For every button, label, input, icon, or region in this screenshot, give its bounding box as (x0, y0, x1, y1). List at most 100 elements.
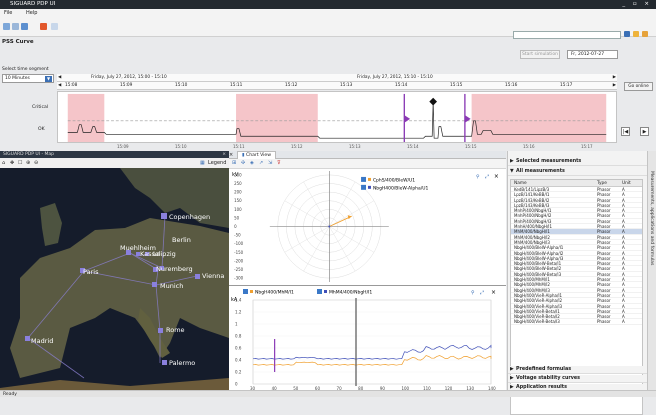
cursor-marker-2[interactable] (464, 115, 471, 123)
chevron-down-icon: ▼ (45, 76, 52, 82)
event-diamond-icon[interactable] (429, 97, 437, 106)
polar-spoke (329, 200, 375, 227)
chart-line-icon[interactable]: ↗ (259, 160, 263, 166)
chart-view-header: ▮ Chart View × (229, 151, 506, 159)
city-label-munich[interactable]: Munich (160, 282, 183, 290)
polar-spoke (303, 226, 330, 272)
zoom-in-icon[interactable]: ⊕ (26, 158, 30, 168)
line-close-icon[interactable]: × (491, 289, 496, 296)
section-all-measurements[interactable]: ▼ All measurements (508, 168, 648, 176)
record-icon[interactable] (40, 23, 47, 30)
section-selected-measurements[interactable]: ▶ Selected measurements (508, 158, 648, 166)
section-voltage-curves[interactable]: ▶ Voltage stability curves (508, 375, 648, 383)
city-label-madrid[interactable]: Madrid (31, 337, 53, 345)
polar-legend-checkbox-1[interactable] (361, 176, 367, 182)
side-tab[interactable]: Measurements, applications and formulas (647, 151, 656, 395)
next-page-button[interactable]: ▶ (640, 127, 649, 136)
chart-add-icon[interactable]: ⊞ (232, 160, 236, 166)
window-controls[interactable]: _ ▫ × (622, 0, 652, 9)
next-segment-icon[interactable]: ▶ (613, 74, 616, 82)
map-close-icon[interactable]: × (222, 151, 226, 158)
col-type-header[interactable]: Type (597, 180, 607, 187)
chart-fit-icon[interactable]: ◈ (250, 160, 254, 166)
section-predefined-formulas[interactable]: ▶ Predefined formulas (508, 366, 648, 374)
toolbar (0, 17, 656, 39)
previous-page-button[interactable]: |◀ (621, 127, 630, 136)
city-label-paris[interactable]: Paris (83, 268, 99, 276)
city-label-berlin[interactable]: Berlin (172, 236, 191, 244)
overview-tick-label: 15:12 (291, 144, 303, 149)
polar-legend-checkbox-2[interactable] (361, 184, 367, 190)
side-tab-label: Measurements, applications and formulas (649, 171, 654, 266)
home-icon[interactable]: ⌂ (2, 158, 5, 168)
polar-spoke (329, 226, 356, 272)
polar-close-icon[interactable]: × (494, 173, 499, 180)
line-y-tick: 1 (235, 322, 238, 327)
go-online-button[interactable]: Go online (624, 82, 653, 91)
chevron-right-icon: ▶ (510, 367, 514, 372)
select-icon[interactable]: ☐ (18, 158, 22, 168)
polar-y-tick: 0 (234, 224, 237, 229)
overview-labels: Critical OK (2, 91, 57, 151)
overview-chart[interactable] (57, 91, 617, 143)
legend-icon[interactable]: ▦ (200, 158, 205, 168)
status-text: Ready (3, 392, 17, 397)
line-legend-swatch-2 (324, 290, 327, 293)
chart-move-icon[interactable]: ✣ (241, 160, 245, 166)
timeline-tick-row: ◀ ▶ 15:08 15:09 15:10 15:11 15:12 15:13 15:14 1… (57, 82, 617, 90)
col-name-header[interactable]: Name (514, 180, 527, 187)
line-zoom-icon[interactable]: ⚲ (471, 290, 475, 296)
line-expand-icon[interactable]: ⤢ (480, 290, 484, 296)
col-unit-header[interactable]: Unit (622, 180, 631, 187)
city-label-rome[interactable]: Rome (166, 326, 185, 334)
chart-export-icon[interactable]: ⇲ (268, 160, 272, 166)
chart-view-close-icon[interactable]: × (229, 151, 233, 159)
menu-file[interactable]: File (4, 10, 12, 16)
chart-filter-icon[interactable]: ⊽ (277, 160, 281, 166)
settings-icon[interactable] (642, 31, 648, 37)
forward-icon[interactable] (12, 23, 19, 30)
menu-help[interactable]: Help (26, 10, 37, 16)
city-label-vienna[interactable]: Vienna (202, 272, 224, 280)
europe-map[interactable]: Copenhagen Berlin Muehlheim Leipzig Kass… (0, 168, 229, 394)
overview-tick-label: 15:14 (407, 144, 419, 149)
refresh-icon[interactable] (21, 23, 28, 30)
date-select[interactable]: Fr, 2012-07-27 (567, 50, 618, 59)
pan-icon[interactable]: ✥ (10, 158, 14, 168)
start-simulation-button[interactable]: Start simulation (520, 50, 560, 59)
polar-origin-point (328, 225, 331, 228)
polar-zoom-icon[interactable]: ⚲ (476, 174, 480, 180)
time-segment-select[interactable]: 10 Minutes ▼ (2, 74, 54, 83)
legend-button[interactable]: Legend (208, 158, 226, 168)
prev-tick-icon[interactable]: ◀ (58, 82, 61, 90)
chevron-down-icon: ▼ (510, 169, 514, 174)
table-body: KedB/141/LipzB/3 Phasor A LpzB/141/KeBB/I1 P… (511, 187, 642, 325)
tab-chart-view[interactable]: ▮ Chart View (237, 151, 276, 159)
next-tick-icon[interactable]: ▶ (613, 82, 616, 90)
line-legend-checkbox-1[interactable] (243, 289, 248, 294)
polar-expand-icon[interactable]: ⤢ (485, 174, 489, 180)
help-icon[interactable] (633, 31, 639, 37)
line-legend-checkbox-2[interactable] (317, 289, 322, 294)
table-row[interactable]: NbgH/400/VieR-Beta/I3 Phasor A (511, 319, 642, 325)
prev-segment-icon[interactable]: ◀ (58, 74, 61, 82)
status-bar: Ready (0, 390, 656, 397)
city-label-palermo[interactable]: Palermo (169, 359, 195, 367)
zoom-out-icon[interactable]: ⊖ (34, 158, 38, 168)
search-input[interactable] (513, 31, 621, 39)
grid-icon[interactable] (51, 23, 58, 30)
current-line-chart[interactable]: NbgH400/MhM/I1 MhM4/400/NbgH/I1 ⚲ ⤢ × kA… (229, 286, 506, 395)
back-icon[interactable] (3, 23, 10, 30)
city-label-nuremberg[interactable]: Nuremberg (156, 265, 193, 273)
city-label-copenhagen[interactable]: Copenhagen (169, 213, 210, 221)
line-legend: NbgH400/MhM/I1 MhM4/400/NbgH/I1 (243, 289, 372, 296)
section-selected-label: Selected measurements (516, 159, 582, 164)
city-label-kassel[interactable]: Kassel (140, 250, 161, 258)
time-segment-value: 10 Minutes (5, 76, 30, 81)
phasor-chart[interactable]: kV 300250200150100500-50-100-150-200-250… (229, 169, 506, 286)
cursor-marker-1[interactable] (404, 115, 411, 123)
search-icon[interactable] (624, 31, 630, 37)
cell-unit: A (622, 319, 625, 325)
timeline-tick-label: 15:12 (285, 83, 298, 88)
critical-band-3 (471, 93, 607, 142)
